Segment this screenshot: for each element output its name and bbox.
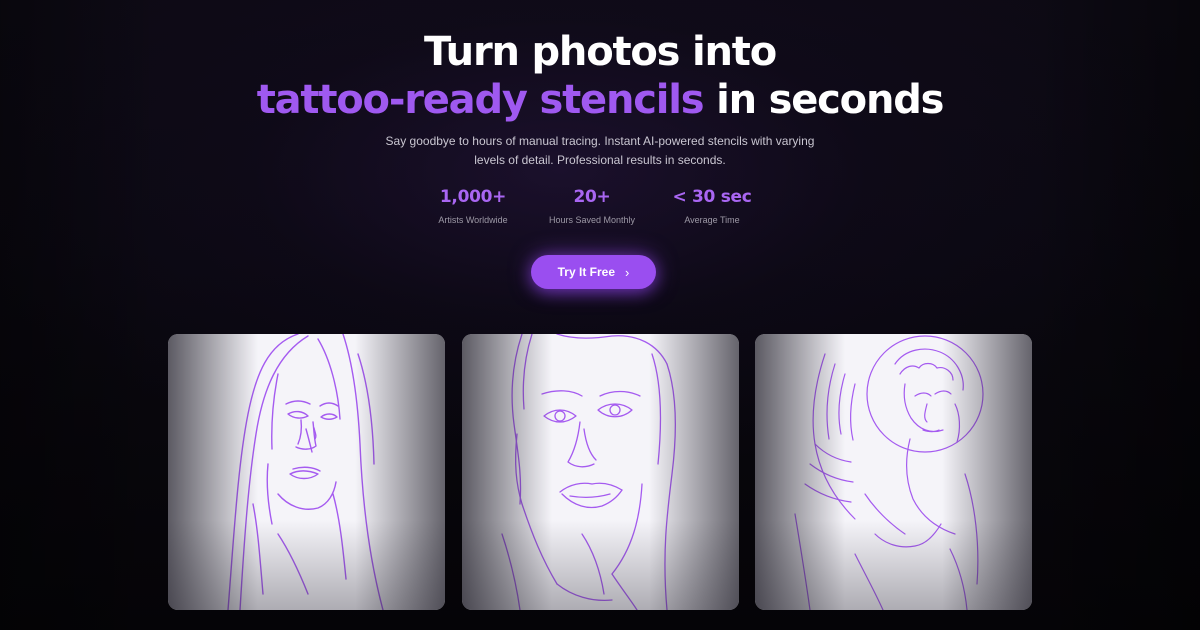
stat-time: < 30 sec Average Time [637, 186, 787, 226]
card-fade [462, 520, 739, 610]
hero-headline: Turn photos into tattoo-ready stencils i… [0, 28, 1200, 124]
hero-section: Turn photos into tattoo-ready stencils i… [0, 0, 1200, 630]
hero-subtitle: Say goodbye to hours of manual tracing. … [385, 134, 815, 167]
stat-value: < 30 sec [672, 187, 752, 207]
stats-row: 1,000+ Artists Worldwide 20+ Hours Saved… [0, 186, 1200, 236]
gallery-card-veiled-woman [168, 334, 445, 610]
chevron-right-icon: › [625, 264, 630, 280]
cta-label: Try It Free [557, 265, 615, 279]
card-fade [168, 520, 445, 610]
headline-tail: in seconds [703, 77, 944, 123]
headline-line-2: tattoo-ready stencils in seconds [0, 76, 1200, 124]
headline-line-1: Turn photos into [423, 29, 777, 75]
try-it-free-button[interactable]: Try It Free › [531, 255, 656, 289]
stat-label: Average Time [684, 215, 740, 225]
gallery-card-woman-portrait [462, 334, 739, 610]
headline-accent: tattoo-ready stencils [256, 77, 705, 123]
card-fade [755, 520, 1032, 610]
gallery-card-angel [755, 334, 1032, 610]
